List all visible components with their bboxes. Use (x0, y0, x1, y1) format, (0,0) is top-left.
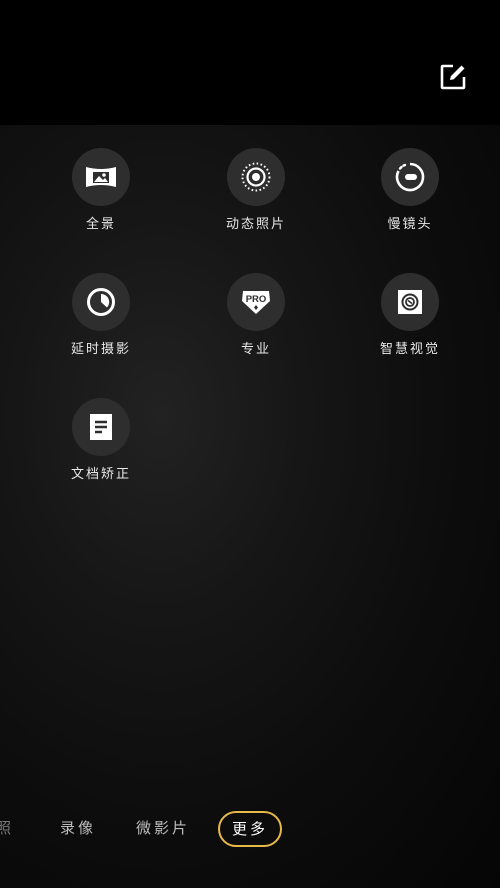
camera-mode-tabs: 照 录像 微影片 更多 (0, 808, 500, 852)
mode-icon-circle: PRO (227, 273, 285, 331)
mode-slow-motion[interactable]: 慢镜头 (350, 148, 470, 248)
mode-document-correction[interactable]: 文档矫正 (41, 398, 161, 498)
mode-smart-vision[interactable]: 智慧视觉 (350, 273, 470, 373)
edit-button[interactable] (436, 60, 470, 94)
mode-live-photo[interactable]: 动态照片 (196, 148, 316, 248)
mode-label: 全景 (85, 217, 116, 232)
mode-icon-circle (72, 148, 130, 206)
more-modes-panel: 全景 动态照片 慢镜头 延时摄影 PRO 专业 智慧视觉 文档矫正 照 录像 微… (0, 125, 500, 888)
timelapse-icon (87, 288, 115, 316)
tab-video[interactable]: 录像 (60, 808, 96, 848)
mode-label: 文档矫正 (70, 467, 131, 482)
mode-icon-circle (72, 398, 130, 456)
document-correction-icon (90, 414, 112, 440)
mode-label: 慢镜头 (387, 217, 433, 232)
mode-icon-circle (381, 148, 439, 206)
mode-label: 智慧视觉 (379, 342, 440, 357)
pro-mode-icon: PRO (242, 291, 270, 314)
mode-panorama[interactable]: 全景 (41, 148, 161, 248)
edit-icon (440, 64, 466, 90)
mode-icon-circle (72, 273, 130, 331)
mode-icon-circle (381, 273, 439, 331)
mode-label: 动态照片 (225, 217, 286, 232)
panorama-icon (86, 167, 116, 187)
tab-micro-film[interactable]: 微影片 (136, 808, 190, 848)
tab-photo[interactable]: 照 (0, 808, 14, 848)
mode-label: 专业 (240, 342, 271, 357)
tab-more[interactable]: 更多 (218, 811, 283, 847)
mode-icon-circle (227, 148, 285, 206)
slow-motion-icon (395, 162, 425, 192)
mode-timelapse[interactable]: 延时摄影 (41, 273, 161, 373)
live-photo-icon (241, 162, 271, 192)
mode-pro[interactable]: PRO 专业 (196, 273, 316, 373)
smart-vision-icon (398, 290, 422, 314)
pro-badge-text: PRO (246, 294, 267, 305)
top-bar (0, 0, 500, 125)
mode-label: 延时摄影 (70, 342, 131, 357)
